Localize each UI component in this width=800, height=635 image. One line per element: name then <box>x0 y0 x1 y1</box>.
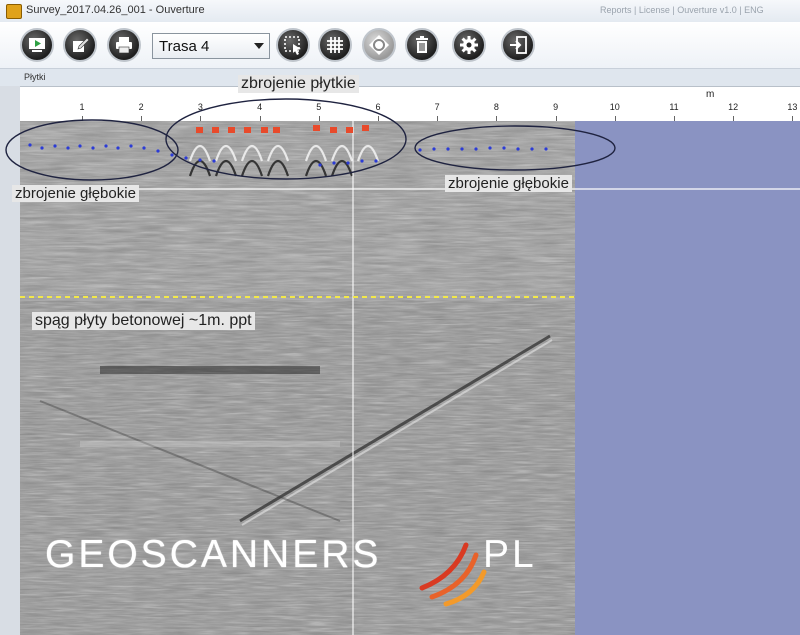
deep-rebar-right-ellipse <box>414 125 616 171</box>
slab-bottom-label: spąg płyty betonowej ~1m. ppt <box>32 312 255 330</box>
deep-rebar-left-label: zbrojenie głębokie <box>12 185 139 202</box>
logo-mark <box>419 542 487 607</box>
shallow-rebar-label: zbrojenie płytkie <box>238 75 359 93</box>
company-logo-suffix: PL <box>483 533 537 576</box>
company-logo-text: GEOSCANNERS <box>45 533 382 576</box>
shallow-rebar-ellipse <box>165 98 407 180</box>
deep-rebar-left-ellipse <box>5 119 179 181</box>
deep-rebar-right-label: zbrojenie głębokie <box>445 175 572 192</box>
